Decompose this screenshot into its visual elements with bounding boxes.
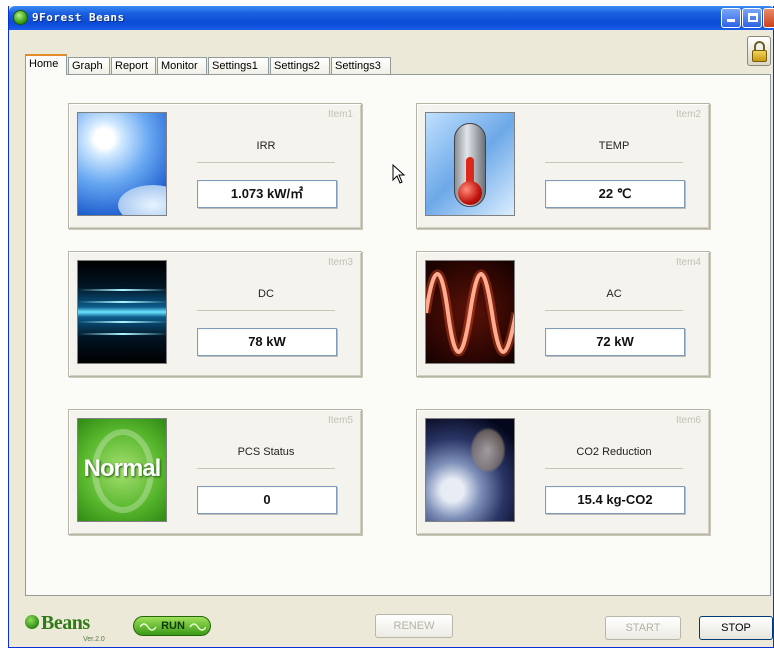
- divider: [197, 310, 335, 311]
- item-value: 72 kW: [545, 328, 685, 356]
- close-button[interactable]: [763, 8, 774, 28]
- item-value: 22 ℃: [545, 180, 685, 208]
- minimize-button[interactable]: [721, 8, 741, 28]
- bean-icon: [25, 615, 39, 629]
- item-value: 0: [197, 486, 337, 514]
- item-tag: Item2: [675, 109, 701, 120]
- renew-button[interactable]: RENEW: [375, 614, 453, 638]
- tab-graph[interactable]: Graph: [68, 57, 110, 75]
- divider: [545, 310, 683, 311]
- item-tag: Item1: [327, 109, 353, 120]
- mouse-cursor-icon: [392, 164, 406, 184]
- tab-home[interactable]: Home: [25, 54, 67, 75]
- divider: [545, 162, 683, 163]
- divider: [197, 468, 335, 469]
- item-card-ac: Item4 AC 72 kW: [416, 251, 710, 377]
- sun-sky-icon: [77, 112, 167, 216]
- ac-sine-wave-icon: [425, 260, 515, 364]
- run-label: RUN: [161, 620, 185, 632]
- item-tag: Item5: [327, 415, 353, 426]
- maximize-button[interactable]: [742, 8, 762, 28]
- item-tag: Item3: [327, 257, 353, 268]
- thermometer-icon: [425, 112, 515, 216]
- divider: [197, 162, 335, 163]
- item-name: AC: [606, 288, 622, 300]
- tab-settings2[interactable]: Settings2: [270, 57, 330, 75]
- tab-settings3[interactable]: Settings3: [331, 57, 391, 75]
- footer-bar: Beans Ver.2.0 RUN RENEW START STOP: [9, 602, 774, 648]
- item-card-dc: Item3 DC 78 kW: [68, 251, 362, 377]
- start-button[interactable]: START: [605, 616, 681, 640]
- tab-monitor[interactable]: Monitor: [157, 57, 207, 75]
- home-panel: Item1 IRR 1.073 kW/㎡ Item2 TEMP 22 ℃ Ite…: [25, 74, 771, 596]
- earth-icon: [425, 418, 515, 522]
- item-name: DC: [258, 288, 274, 300]
- stop-button[interactable]: STOP: [699, 616, 773, 640]
- logo-text: Beans: [41, 612, 90, 634]
- run-status-badge: RUN: [133, 616, 211, 636]
- status-icon-text: Normal: [83, 455, 162, 482]
- divider: [545, 468, 683, 469]
- item-value: 78 kW: [197, 328, 337, 356]
- window-title: 9Forest Beans: [32, 11, 125, 24]
- item-tag: Item4: [675, 257, 701, 268]
- item-tag: Item6: [675, 415, 701, 426]
- title-bar[interactable]: 9Forest Beans: [9, 6, 774, 30]
- normal-status-icon: Normal: [77, 418, 167, 522]
- item-card-pcs-status: Item5 Normal PCS Status 0: [68, 409, 362, 535]
- tab-settings1[interactable]: Settings1: [208, 57, 269, 75]
- item-card-irr: Item1 IRR 1.073 kW/㎡: [68, 103, 362, 229]
- item-card-co2-reduction: Item6 CO2 Reduction 15.4 kg-CO2: [416, 409, 710, 535]
- item-value: 15.4 kg-CO2: [545, 486, 685, 514]
- lock-icon[interactable]: [747, 36, 771, 66]
- tab-report[interactable]: Report: [111, 57, 156, 75]
- app-logo-icon: [13, 10, 28, 25]
- item-name: IRR: [256, 140, 276, 152]
- dc-light-lines-icon: [77, 260, 167, 364]
- app-window: 9Forest Beans Home Graph Report Monitor …: [8, 6, 774, 648]
- item-name: PCS Status: [237, 446, 295, 458]
- item-name: TEMP: [598, 140, 630, 152]
- item-value: 1.073 kW/㎡: [197, 180, 337, 208]
- item-name: CO2 Reduction: [576, 446, 652, 458]
- version-label: Ver.2.0: [83, 636, 105, 643]
- item-card-temp: Item2 TEMP 22 ℃: [416, 103, 710, 229]
